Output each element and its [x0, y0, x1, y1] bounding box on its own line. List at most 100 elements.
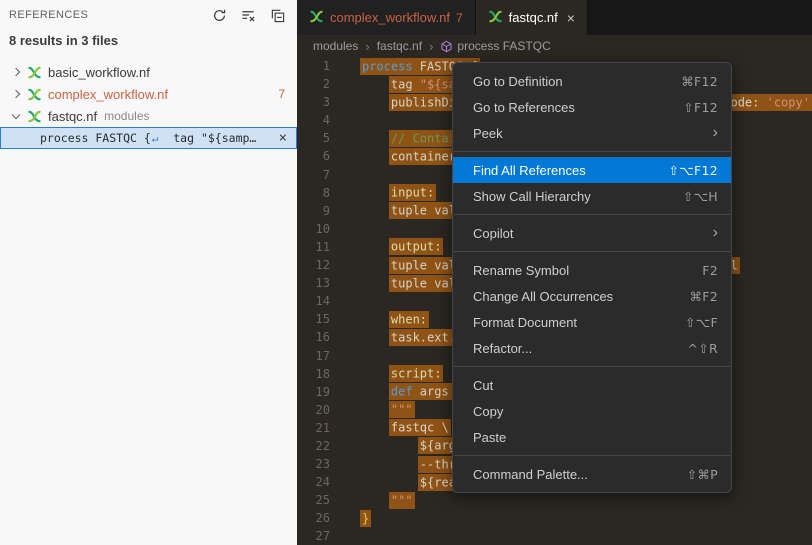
collapse-all-icon[interactable] — [267, 5, 287, 25]
result-count-badge: 7 — [278, 87, 285, 101]
menu-item-format-document[interactable]: Format Document⇧⌥F — [453, 309, 731, 335]
menu-shortcut: ⇧⌥F12 — [669, 163, 718, 178]
menu-item-label: Copilot — [473, 226, 513, 241]
line-number: 2 — [297, 75, 330, 93]
symbol-method-icon — [440, 40, 453, 53]
match-highlight: input: — [389, 184, 436, 201]
menu-item-find-all-references[interactable]: Find All References ⇧⌥F12 — [453, 157, 731, 183]
sidebar-item-complex-workflow-nf[interactable]: complex_workflow.nf 7 — [0, 83, 297, 105]
menu-item-paste[interactable]: Paste — [453, 424, 731, 450]
line-text: output: — [389, 240, 444, 254]
line-number: 7 — [297, 166, 330, 184]
line-number: 11 — [297, 238, 330, 256]
menu-shortcut: ⇧⌘P — [687, 467, 718, 482]
menu-item-change-all-occurrences[interactable]: Change All Occurrences ⌘F2 — [453, 283, 731, 309]
tab-bar: complex_workflow.nf7fastqc.nf× — [297, 0, 812, 35]
panel-header: REFERENCES — [0, 0, 297, 30]
line-number: 5 — [297, 129, 330, 147]
menu-item-go-to-definition[interactable]: Go to Definition ⌘F12 — [453, 68, 731, 94]
menu-item-command-palette[interactable]: Command Palette...⇧⌘P — [453, 461, 731, 487]
submenu-chevron-icon: › — [713, 125, 718, 141]
menu-shortcut: F2 — [702, 263, 718, 278]
menu-item-refactor[interactable]: Refactor... ^⇧R — [453, 335, 731, 361]
menu-item-show-call-hierarchy[interactable]: Show Call Hierarchy ⇧⌥H — [453, 183, 731, 209]
return-symbol: ↵ — [152, 132, 159, 145]
references-sidebar: REFERENCES 8 results in 3 files basic_wo… — [0, 0, 297, 545]
code-line[interactable]: 25 """ — [297, 491, 812, 509]
line-number: 16 — [297, 328, 330, 346]
menu-item-cut[interactable]: Cut — [453, 372, 731, 398]
menu-item-label: Show Call Hierarchy — [473, 189, 591, 204]
code-token: fastqc \ — [391, 421, 449, 435]
line-number: 24 — [297, 473, 330, 491]
breadcrumb-item-process-fastqc[interactable]: process FASTQC — [440, 39, 550, 53]
refresh-icon[interactable] — [209, 5, 229, 25]
line-number: 9 — [297, 202, 330, 220]
tab-fastqc-nf[interactable]: fastqc.nf× — [476, 0, 588, 35]
dismiss-icon[interactable]: × — [275, 130, 291, 146]
breadcrumb-separator: › — [429, 39, 433, 54]
menu-item-label: Format Document — [473, 315, 577, 330]
menu-item-peek[interactable]: Peek› — [453, 120, 731, 146]
menu-item-label: Refactor... — [473, 341, 532, 356]
menu-item-copy[interactable]: Copy — [453, 398, 731, 424]
code-line[interactable]: 26} — [297, 509, 812, 527]
breadcrumb-label: modules — [313, 39, 358, 53]
context-menu: Go to Definition ⌘F12 Go to References⇧F12… — [452, 62, 732, 493]
line-text: when: — [389, 312, 429, 326]
menu-item-rename-symbol[interactable]: Rename SymbolF2 — [453, 257, 731, 283]
line-text: """ — [389, 403, 415, 417]
breadcrumb-item-fastqc-nf[interactable]: fastqc.nf — [377, 39, 422, 53]
sidebar-item-basic-workflow-nf[interactable]: basic_workflow.nf — [0, 61, 297, 83]
menu-shortcut: ⌘F12 — [681, 74, 718, 89]
match-highlight: """ — [389, 401, 415, 418]
line-number: 21 — [297, 419, 330, 437]
menu-item-label: Change All Occurrences — [473, 289, 613, 304]
line-number: 8 — [297, 184, 330, 202]
nextflow-icon — [309, 9, 324, 27]
line-number: 19 — [297, 383, 330, 401]
code-token: def — [391, 385, 413, 399]
breadcrumb-label: fastqc.nf — [377, 39, 422, 53]
breadcrumb-separator: › — [365, 39, 369, 54]
code-token: 'copy' — [767, 95, 810, 109]
line-number: 1 — [297, 57, 330, 75]
menu-item-go-to-references[interactable]: Go to References⇧F12 — [453, 94, 731, 120]
reference-result-item[interactable]: process FASTQC {↵ tag "${samp…× — [0, 127, 297, 149]
line-number: 6 — [297, 147, 330, 165]
breadcrumb-label: process FASTQC — [457, 39, 550, 53]
nextflow-icon — [27, 65, 42, 80]
code-token: tag — [391, 77, 420, 91]
close-icon[interactable]: × — [567, 10, 575, 26]
line-number: 25 — [297, 491, 330, 509]
nextflow-icon — [27, 87, 42, 102]
line-text: fastqc \ — [389, 421, 451, 435]
match-highlight: script: — [389, 365, 444, 382]
tab-complex-workflow-nf[interactable]: complex_workflow.nf7 — [297, 0, 476, 35]
code-token: script: — [391, 367, 442, 381]
sidebar-item-fastqc-nf[interactable]: fastqc.nfmodules — [0, 105, 297, 127]
match-highlight: fastqc \ — [389, 419, 451, 436]
line-number: 22 — [297, 437, 330, 455]
menu-item-label: Find All References — [473, 163, 586, 178]
chevron-down-icon — [12, 110, 20, 118]
menu-item-copilot[interactable]: Copilot › — [453, 220, 731, 246]
submenu-chevron-icon: › — [713, 225, 718, 241]
breadcrumb-item-modules[interactable]: modules — [313, 39, 358, 53]
code-token: """ — [391, 403, 413, 417]
menu-item-label: Go to Definition — [473, 74, 563, 89]
file-name: complex_workflow.nf — [48, 87, 168, 102]
menu-shortcut: ^⇧R — [687, 341, 718, 356]
menu-separator — [454, 251, 730, 252]
line-number: 12 — [297, 256, 330, 274]
menu-shortcut: ⇧⌥H — [683, 189, 718, 204]
code-line[interactable]: 27 — [297, 527, 812, 545]
clear-results-icon[interactable] — [238, 5, 258, 25]
vscode-window: REFERENCES 8 results in 3 files basic_wo… — [0, 0, 812, 545]
results-summary: 8 results in 3 files — [0, 30, 297, 52]
line-number: 3 — [297, 93, 330, 111]
file-name: fastqc.nf — [48, 109, 97, 124]
code-token: """ — [391, 493, 413, 507]
line-number: 10 — [297, 220, 330, 238]
menu-shortcut: ⌘F2 — [689, 289, 718, 304]
